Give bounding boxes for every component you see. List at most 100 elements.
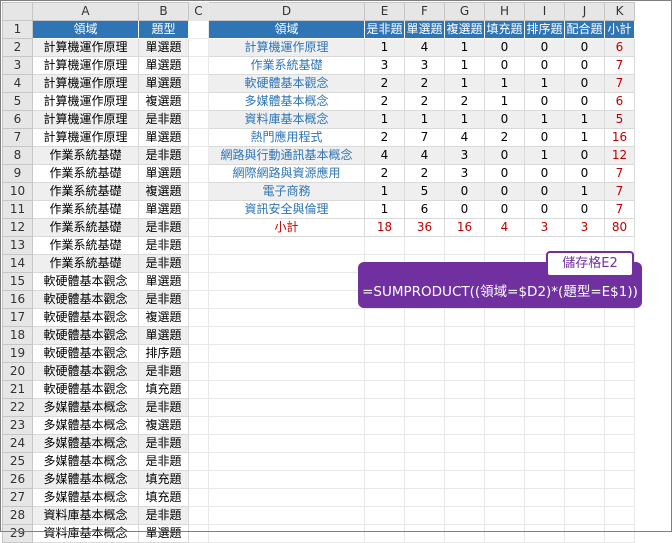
- summary-domain-cell[interactable]: 作業系統基礎: [208, 56, 365, 75]
- summary-count-cell[interactable]: 0: [484, 200, 525, 219]
- row-number[interactable]: 24: [2, 434, 33, 453]
- summary-count-cell[interactable]: 2: [444, 92, 485, 111]
- row-number[interactable]: 1: [2, 20, 33, 39]
- header-g[interactable]: 複選題: [444, 20, 485, 39]
- summary-count-cell[interactable]: 1: [364, 110, 405, 129]
- summary-count-cell[interactable]: 5: [604, 110, 635, 129]
- column-header-f[interactable]: F: [404, 2, 445, 21]
- cell-blank[interactable]: [188, 506, 209, 525]
- cell-empty[interactable]: [404, 398, 445, 417]
- cell-blank[interactable]: [188, 434, 209, 453]
- cell-domain[interactable]: 作業系統基礎: [32, 164, 139, 183]
- cell-empty[interactable]: [564, 506, 605, 525]
- cell-empty[interactable]: [208, 308, 365, 327]
- cell-blank[interactable]: [188, 416, 209, 435]
- summary-count-cell[interactable]: 2: [364, 74, 405, 93]
- cell-empty[interactable]: [444, 488, 485, 507]
- totals-value-cell[interactable]: 36: [404, 218, 445, 237]
- cell-empty[interactable]: [524, 506, 565, 525]
- header-domain-a[interactable]: 領域: [32, 20, 139, 39]
- summary-count-cell[interactable]: 1: [564, 182, 605, 201]
- cell-blank[interactable]: [188, 452, 209, 471]
- cell-empty[interactable]: [444, 434, 485, 453]
- header-j[interactable]: 配合題: [564, 20, 605, 39]
- cell-domain[interactable]: 多媒體基本概念: [32, 470, 139, 489]
- summary-count-cell[interactable]: 0: [484, 56, 525, 75]
- cell-question-type[interactable]: 排序題: [138, 344, 189, 363]
- summary-count-cell[interactable]: 1: [524, 110, 565, 129]
- summary-count-cell[interactable]: 0: [524, 38, 565, 57]
- cell-empty[interactable]: [604, 488, 635, 507]
- cell-empty[interactable]: [524, 380, 565, 399]
- cell-empty[interactable]: [208, 470, 365, 489]
- cell-empty[interactable]: [484, 326, 525, 345]
- cell-question-type[interactable]: 是非題: [138, 362, 189, 381]
- cell-empty[interactable]: [604, 470, 635, 489]
- cell-empty[interactable]: [564, 362, 605, 381]
- row-number[interactable]: 16: [2, 290, 33, 309]
- cell-empty[interactable]: [364, 452, 405, 471]
- cell-empty[interactable]: [208, 380, 365, 399]
- cell-question-type[interactable]: 複選題: [138, 182, 189, 201]
- summary-count-cell[interactable]: 0: [524, 128, 565, 147]
- cell-question-type[interactable]: 是非題: [138, 434, 189, 453]
- cell-empty[interactable]: [564, 524, 605, 543]
- cell-empty[interactable]: [604, 452, 635, 471]
- totals-value-cell[interactable]: 4: [484, 218, 525, 237]
- summary-count-cell[interactable]: 2: [404, 74, 445, 93]
- cell-question-type[interactable]: 複選題: [138, 308, 189, 327]
- cell-empty[interactable]: [404, 488, 445, 507]
- cell-blank[interactable]: [188, 56, 209, 75]
- cell-domain[interactable]: 軟硬體基本觀念: [32, 308, 139, 327]
- row-number[interactable]: 18: [2, 326, 33, 345]
- cell-empty[interactable]: [364, 398, 405, 417]
- summary-count-cell[interactable]: 2: [364, 164, 405, 183]
- row-number[interactable]: 29: [2, 524, 33, 543]
- cell-empty[interactable]: [484, 506, 525, 525]
- cell-empty[interactable]: [404, 452, 445, 471]
- cell-empty[interactable]: [484, 362, 525, 381]
- cell-domain[interactable]: 作業系統基礎: [32, 218, 139, 237]
- column-header-e[interactable]: E: [364, 2, 405, 21]
- summary-count-cell[interactable]: 1: [524, 146, 565, 165]
- summary-count-cell[interactable]: 0: [484, 110, 525, 129]
- cell-empty[interactable]: [604, 506, 635, 525]
- summary-count-cell[interactable]: 2: [484, 128, 525, 147]
- cell-blank[interactable]: [188, 524, 209, 543]
- cell-empty[interactable]: [484, 524, 525, 543]
- row-number[interactable]: 25: [2, 452, 33, 471]
- summary-count-cell[interactable]: 0: [484, 38, 525, 57]
- cell-blank[interactable]: [188, 362, 209, 381]
- summary-count-cell[interactable]: 2: [364, 92, 405, 111]
- cell-empty[interactable]: [208, 506, 365, 525]
- summary-count-cell[interactable]: 0: [524, 164, 565, 183]
- cell-blank[interactable]: [188, 290, 209, 309]
- cell-question-type[interactable]: 是非題: [138, 110, 189, 129]
- summary-domain-cell[interactable]: 資料庫基本概念: [208, 110, 365, 129]
- row-number[interactable]: 3: [2, 56, 33, 75]
- summary-domain-cell[interactable]: 軟硬體基本觀念: [208, 74, 365, 93]
- summary-count-cell[interactable]: 1: [404, 110, 445, 129]
- summary-count-cell[interactable]: 0: [564, 38, 605, 57]
- cell-empty[interactable]: [364, 416, 405, 435]
- header-i[interactable]: 排序題: [524, 20, 565, 39]
- column-header-j[interactable]: J: [564, 2, 605, 21]
- totals-value-cell[interactable]: 16: [444, 218, 485, 237]
- summary-count-cell[interactable]: 1: [444, 38, 485, 57]
- cell-empty[interactable]: [404, 344, 445, 363]
- cell-empty[interactable]: [208, 362, 365, 381]
- summary-count-cell[interactable]: 3: [444, 146, 485, 165]
- column-header-b[interactable]: B: [138, 2, 189, 21]
- cell-empty[interactable]: [564, 434, 605, 453]
- cell-domain[interactable]: 資料庫基本概念: [32, 524, 139, 543]
- cell-question-type[interactable]: 複選題: [138, 416, 189, 435]
- cell-empty[interactable]: [444, 416, 485, 435]
- row-number[interactable]: 6: [2, 110, 33, 129]
- row-number[interactable]: 27: [2, 488, 33, 507]
- cell-empty[interactable]: [404, 308, 445, 327]
- header-k[interactable]: 小計: [604, 20, 635, 39]
- cell-blank[interactable]: [188, 470, 209, 489]
- cell-empty[interactable]: [564, 326, 605, 345]
- cell-empty[interactable]: [208, 326, 365, 345]
- cell-empty[interactable]: [208, 524, 365, 543]
